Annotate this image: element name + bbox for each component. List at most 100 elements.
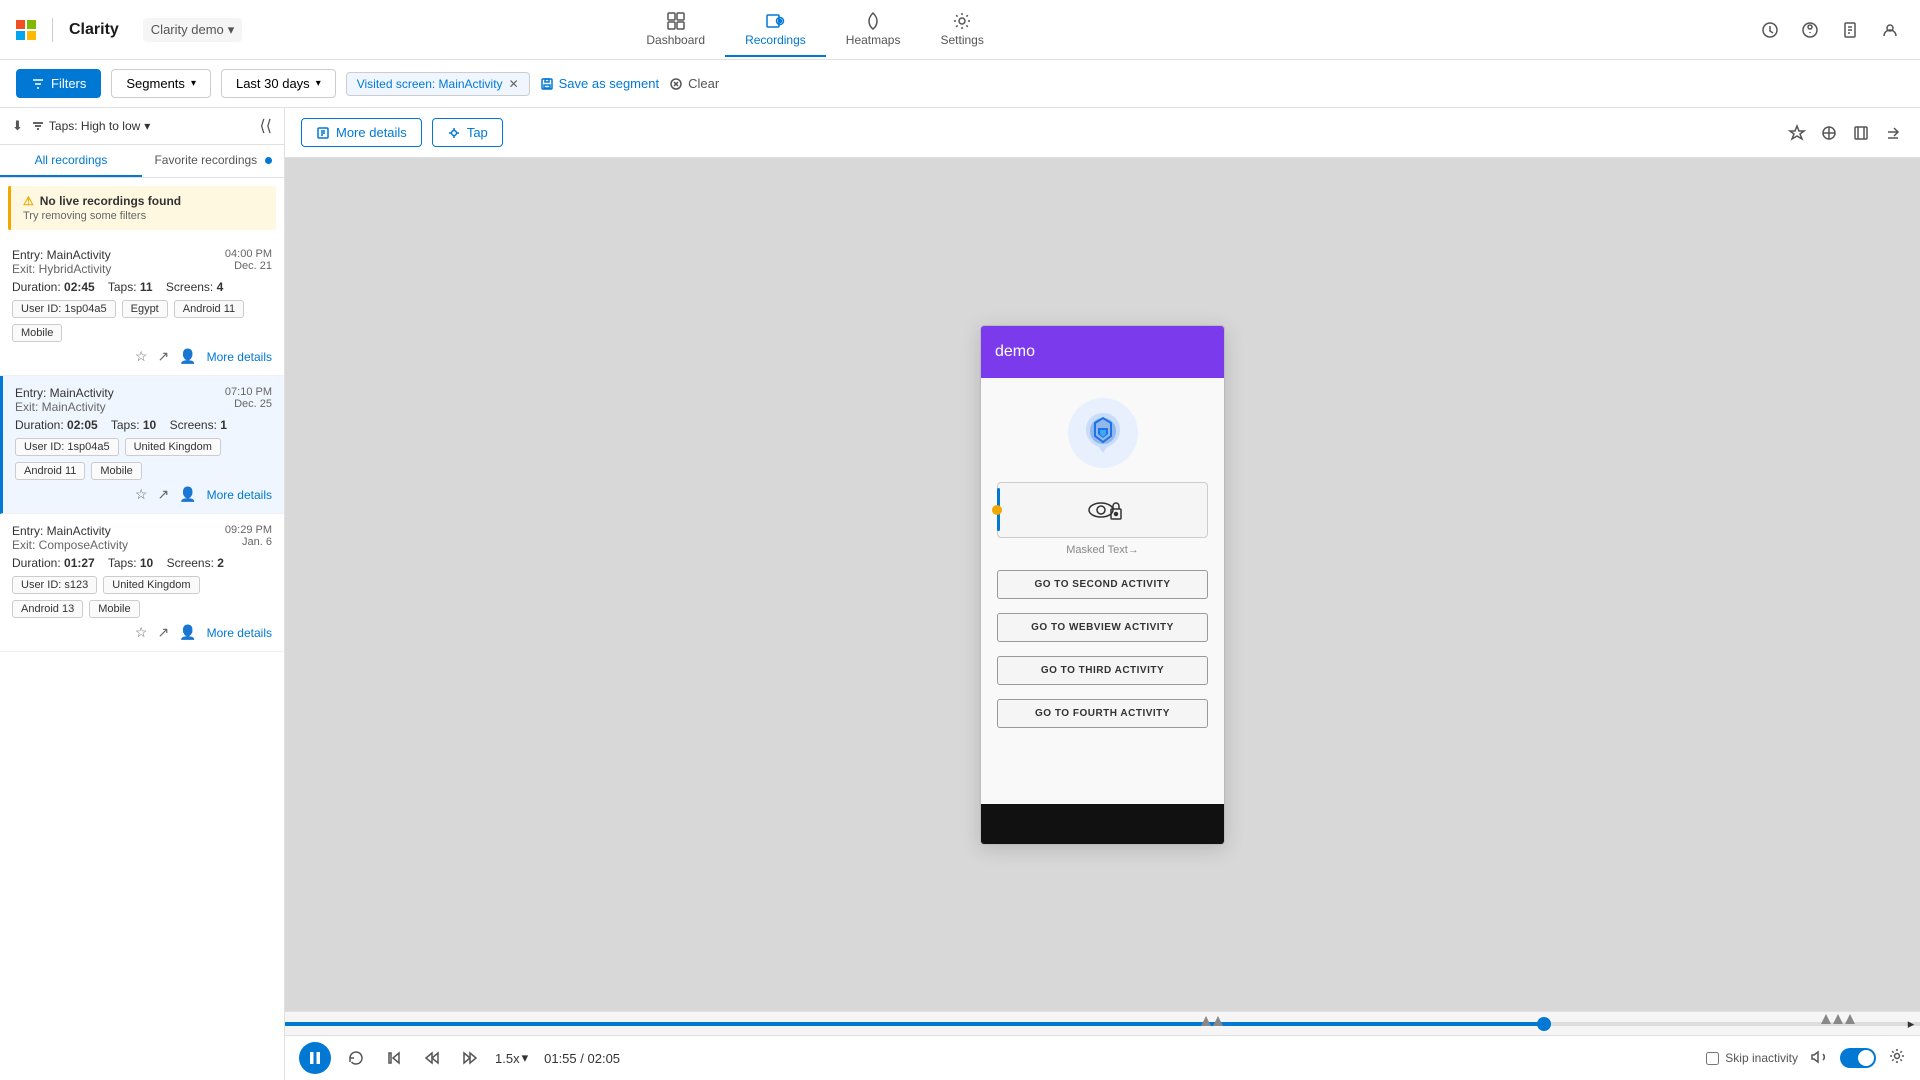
sidebar-content: ⚠ No live recordings found Try removing … [0,178,284,1080]
phone-header-text: demo [995,343,1035,361]
document-icon[interactable] [1836,16,1864,44]
recording-date-value: Dec. 21 [225,260,272,272]
volume-icon[interactable] [1810,1048,1828,1069]
recording-item: Entry: MainActivity Exit: ComposeActivit… [0,514,284,652]
audio-toggle[interactable] [1840,1048,1876,1068]
clear-button[interactable]: Clear [669,76,719,91]
segments-button[interactable]: Segments ▾ [111,69,211,98]
screens-label: Screens: 4 [166,280,223,294]
pause-button[interactable] [299,1042,331,1074]
timeline-thumb[interactable] [1537,1017,1551,1031]
project-selector[interactable]: Clarity demo ▾ [143,18,243,42]
go-to-fourth-btn[interactable]: GO TO FOURTH ACTIVITY [997,699,1208,728]
nav-heatmaps[interactable]: Heatmaps [826,3,921,57]
share-toolbar-icon[interactable] [1882,122,1904,144]
share-icon[interactable]: ↗ [157,624,169,641]
taps-label: Taps: 10 [111,418,156,432]
masked-text-label: Masked Text→ [1066,544,1139,556]
app-name: Clarity [69,21,119,39]
filter-chip-close-icon[interactable]: ✕ [509,77,519,91]
sort-button[interactable]: Taps: High to low ▾ [31,119,252,133]
recording-time-value: 09:29 PM [225,524,272,536]
sort-icon [31,119,45,133]
recording-item: Entry: MainActivity Exit: HybridActivity… [0,238,284,376]
skip-inactivity-checkbox[interactable] [1706,1052,1719,1065]
user-avatar[interactable] [1876,16,1904,44]
tap-button[interactable]: Tap [432,118,503,147]
recording-exit: Exit: MainActivity [15,400,114,414]
recording-entry-exit: Entry: MainActivity Exit: HybridActivity [12,248,111,276]
more-details-button[interactable]: More details [301,118,422,147]
favorite-dot [265,157,272,164]
save-icon [540,77,554,91]
screen-filter-chip[interactable]: Visited screen: MainActivity ✕ [346,72,530,96]
taps-label: Taps: 10 [108,556,153,570]
more-details-link[interactable]: More details [207,626,272,640]
replay-button[interactable] [343,1045,369,1071]
tab-all-label: All recordings [35,153,108,167]
help-icon[interactable] [1796,16,1824,44]
compare-toolbar-icon[interactable] [1818,122,1840,144]
share-icon[interactable]: ↗ [157,348,169,365]
recording-item-active: Entry: MainActivity Exit: MainActivity 0… [0,376,284,514]
duration-label: Duration: 01:27 [12,556,95,570]
no-recordings-notice: ⚠ No live recordings found Try removing … [8,186,276,230]
collapse-sidebar-icon[interactable]: ⟨⟨ [260,116,272,136]
nav-settings[interactable]: Settings [920,3,1003,57]
duration-label: Duration: 02:05 [15,418,98,432]
forward-button[interactable] [457,1045,483,1071]
go-to-third-btn[interactable]: GO TO THIRD ACTIVITY [997,656,1208,685]
skip-back-button[interactable] [381,1045,407,1071]
clip-toolbar-icon[interactable] [1850,122,1872,144]
segments-label: Segments [126,76,185,91]
main-nav: Dashboard Recordings Heatmaps Settings [626,3,1003,57]
content-area: More details Tap [285,108,1920,1080]
timeline[interactable]: ▸ [285,1012,1920,1036]
filters-button[interactable]: Filters [16,69,101,98]
download-icon[interactable]: ⬇ [12,118,23,134]
go-to-second-btn[interactable]: GO TO SECOND ACTIVITY [997,570,1208,599]
date-chevron: ▾ [316,78,321,89]
end-marker-icon [1821,1014,1831,1024]
go-to-webview-btn[interactable]: GO TO WEBVIEW ACTIVITY [997,613,1208,642]
device-tag: Mobile [12,324,62,342]
star-toolbar-icon[interactable] [1786,122,1808,144]
sort-label: Taps: High to low [49,119,140,133]
settings-player-icon[interactable] [1888,1047,1906,1070]
rewind-button[interactable] [419,1045,445,1071]
no-recordings-title: ⚠ No live recordings found [23,194,264,208]
star-icon[interactable]: ☆ [135,348,148,365]
phone-header: demo [981,326,1224,378]
share-icon[interactable]: ↗ [157,486,169,503]
timeline-expand-icon[interactable]: ▸ [1902,1012,1920,1035]
nav-dashboard[interactable]: Dashboard [626,3,725,57]
tab-favorite-recordings[interactable]: Favorite recordings [142,145,284,177]
recording-actions: ☆ ↗ 👤 More details [12,624,272,641]
segments-chevron: ▾ [191,78,196,89]
notifications-icon[interactable] [1756,16,1784,44]
nav-recordings[interactable]: Recordings [725,3,826,57]
save-segment-button[interactable]: Save as segment [540,76,659,91]
tab-all-recordings[interactable]: All recordings [0,145,142,177]
nav-settings-label: Settings [940,33,983,47]
masked-input-field [997,482,1208,538]
controls-row: 1.5x ▾ 01:55 / 02:05 Skip inactivity [285,1036,1920,1080]
star-icon[interactable]: ☆ [135,624,148,641]
marker-icon [1213,1016,1223,1026]
phone-frame: demo [980,325,1225,845]
more-details-link[interactable]: More details [207,350,272,364]
user-icon[interactable]: 👤 [179,624,196,641]
recording-stats: Duration: 02:45 Taps: 11 Screens: 4 [12,280,272,294]
speed-button[interactable]: 1.5x ▾ [495,1050,528,1066]
recording-entry-exit: Entry: MainActivity Exit: ComposeActivit… [12,524,128,552]
recording-timestamp: 04:00 PM Dec. 21 [225,248,272,272]
star-icon[interactable]: ☆ [135,486,148,503]
user-icon[interactable]: 👤 [179,348,196,365]
user-icon[interactable]: 👤 [179,486,196,503]
divider [52,18,53,42]
date-range-button[interactable]: Last 30 days ▾ [221,69,336,98]
tap-indicator [992,505,1002,515]
more-details-link[interactable]: More details [207,488,272,502]
speed-value: 1.5x [495,1051,520,1066]
recording-timestamp: 09:29 PM Jan. 6 [225,524,272,548]
